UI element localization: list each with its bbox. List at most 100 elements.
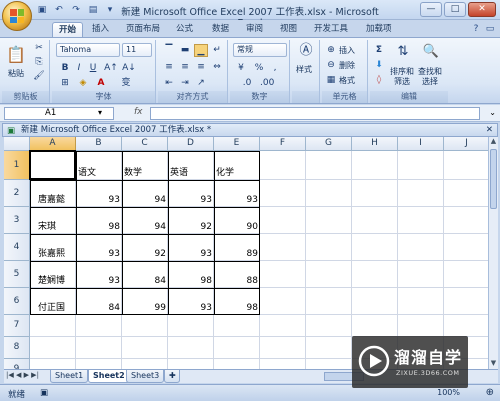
paste-icon[interactable]: 📋	[6, 44, 26, 66]
name-box-dropdown-icon[interactable]: ▾	[98, 108, 102, 117]
student-name-cell[interactable]: 付正国	[30, 302, 76, 314]
align-center-icon[interactable]: ≡	[178, 61, 192, 74]
tab-home[interactable]: 开始	[52, 22, 84, 37]
help-icon[interactable]: ?	[470, 23, 482, 35]
sheet-tab-sheet1[interactable]: Sheet1	[50, 370, 89, 383]
decrease-decimal-icon[interactable]: .00	[260, 77, 274, 90]
table-header-cell[interactable]: 数学	[122, 167, 168, 179]
student-name-cell[interactable]: 楚娴博	[30, 275, 76, 287]
font-name-select[interactable]: Tahoma	[56, 43, 120, 57]
copy-icon[interactable]: ⎘	[32, 56, 46, 69]
wrap-text-icon[interactable]: ↵	[210, 44, 224, 57]
paste-label[interactable]: 粘贴	[8, 68, 24, 79]
number-format-select[interactable]: 常规	[233, 43, 287, 57]
score-cell[interactable]: 84	[76, 302, 122, 314]
table-header-cell[interactable]: 英语	[168, 167, 214, 179]
align-middle-icon[interactable]: ▬	[178, 44, 192, 57]
zoom-level[interactable]: 100%	[437, 388, 460, 397]
align-top-icon[interactable]: ▔	[162, 44, 176, 57]
score-cell[interactable]: 93	[214, 194, 260, 206]
customize-toolbar-icon[interactable]: ▾	[104, 4, 116, 16]
column-header-d[interactable]: D	[168, 137, 214, 151]
format-button[interactable]: 格式	[339, 75, 355, 86]
autosum-icon[interactable]: Σ	[372, 44, 386, 57]
column-header-e[interactable]: E	[214, 137, 260, 151]
formula-input[interactable]	[150, 107, 480, 120]
close-button[interactable]: ✕	[468, 2, 496, 17]
score-cell[interactable]: 92	[168, 221, 214, 233]
sheet-tab-sheet2[interactable]: Sheet2	[88, 370, 130, 383]
row-header-2[interactable]: 2	[4, 180, 30, 207]
insert-function-button[interactable]: fx	[134, 107, 143, 117]
bold-button[interactable]: B	[58, 62, 72, 75]
score-cell[interactable]: 93	[76, 275, 122, 287]
find-select-button[interactable]: 查找和选择	[416, 67, 444, 87]
score-cell[interactable]: 93	[168, 248, 214, 260]
increase-decimal-icon[interactable]: .0	[240, 77, 254, 90]
row-header-3[interactable]: 3	[4, 207, 30, 234]
format-painter-icon[interactable]: 🖌	[32, 70, 46, 83]
insert-button[interactable]: 插入	[339, 45, 355, 56]
table-header-cell[interactable]: 化学	[214, 167, 260, 179]
font-size-select[interactable]: 11	[122, 43, 152, 57]
worksheet-grid[interactable]: ABCDEFGHIJ 123456789 语文 数学 英语 化学 唐嘉懿 93 94 93 93…	[4, 137, 488, 369]
save-icon[interactable]: ▣	[36, 4, 48, 16]
row-header-9[interactable]: 9	[4, 359, 30, 369]
student-name-cell[interactable]: 唐嘉懿	[30, 194, 76, 206]
comma-button[interactable]: ,	[268, 62, 282, 75]
score-cell[interactable]: 93	[76, 194, 122, 206]
row-header-4[interactable]: 4	[4, 234, 30, 261]
score-cell[interactable]: 90	[214, 221, 260, 233]
scroll-thumb[interactable]	[490, 149, 497, 209]
column-header-h[interactable]: H	[352, 137, 398, 151]
border-icon[interactable]: ⊞	[58, 77, 72, 90]
italic-button[interactable]: I	[72, 62, 86, 75]
score-cell[interactable]: 93	[76, 248, 122, 260]
score-cell[interactable]: 98	[214, 302, 260, 314]
score-cell[interactable]: 88	[214, 275, 260, 287]
sheet-nav-icons[interactable]: |◀ ◀ ▶ ▶|	[6, 371, 39, 379]
decrease-indent-icon[interactable]: ⇤	[162, 77, 176, 90]
row-header-6[interactable]: 6	[4, 288, 30, 315]
undo-icon[interactable]: ↶	[53, 4, 65, 16]
row-header-5[interactable]: 5	[4, 261, 30, 288]
column-header-f[interactable]: F	[260, 137, 306, 151]
zoom-in-icon[interactable]: ⊕	[486, 387, 494, 398]
clear-icon[interactable]: ◊	[372, 74, 386, 87]
score-cell[interactable]: 93	[168, 194, 214, 206]
delete-button[interactable]: 删除	[339, 60, 355, 71]
column-header-g[interactable]: G	[306, 137, 352, 151]
score-cell[interactable]: 94	[122, 221, 168, 233]
align-right-icon[interactable]: ≡	[194, 61, 208, 74]
orientation-icon[interactable]: ↗	[194, 77, 208, 90]
fill-color-icon[interactable]: ◈	[76, 77, 90, 90]
column-header-c[interactable]: C	[122, 137, 168, 151]
score-cell[interactable]: 93	[168, 302, 214, 314]
score-cell[interactable]: 99	[122, 302, 168, 314]
column-header-a[interactable]: A	[30, 137, 76, 151]
office-button[interactable]	[2, 1, 32, 31]
find-select-icon[interactable]: 🔍	[422, 43, 440, 61]
scroll-down-icon[interactable]: ▼	[489, 359, 498, 369]
styles-button[interactable]: 样式	[296, 64, 312, 75]
column-header-i[interactable]: I	[398, 137, 444, 151]
tab-developer[interactable]: 开发工具	[308, 22, 354, 37]
align-left-icon[interactable]: ≡	[162, 61, 176, 74]
expand-formula-bar-icon[interactable]: ⌄	[489, 108, 496, 117]
tab-page-layout[interactable]: 页面布局	[120, 22, 166, 37]
tab-view[interactable]: 视图	[274, 22, 303, 37]
minimize-button[interactable]: —	[420, 2, 442, 17]
column-header-j[interactable]: J	[444, 137, 488, 151]
insert-cells-icon[interactable]: ⊕	[324, 44, 338, 57]
select-all-button[interactable]	[4, 137, 30, 151]
maximize-button[interactable]: □	[444, 2, 466, 17]
close-workbook-icon[interactable]: ✕	[486, 124, 493, 136]
align-bottom-icon[interactable]: ▁	[194, 44, 208, 57]
score-cell[interactable]: 98	[76, 221, 122, 233]
currency-icon[interactable]: ¥	[234, 62, 248, 75]
row-header-7[interactable]: 7	[4, 315, 30, 337]
score-cell[interactable]: 94	[122, 194, 168, 206]
increase-indent-icon[interactable]: ⇥	[178, 77, 192, 90]
student-name-cell[interactable]: 宋琪	[30, 221, 76, 233]
cut-icon[interactable]: ✂	[32, 42, 46, 55]
